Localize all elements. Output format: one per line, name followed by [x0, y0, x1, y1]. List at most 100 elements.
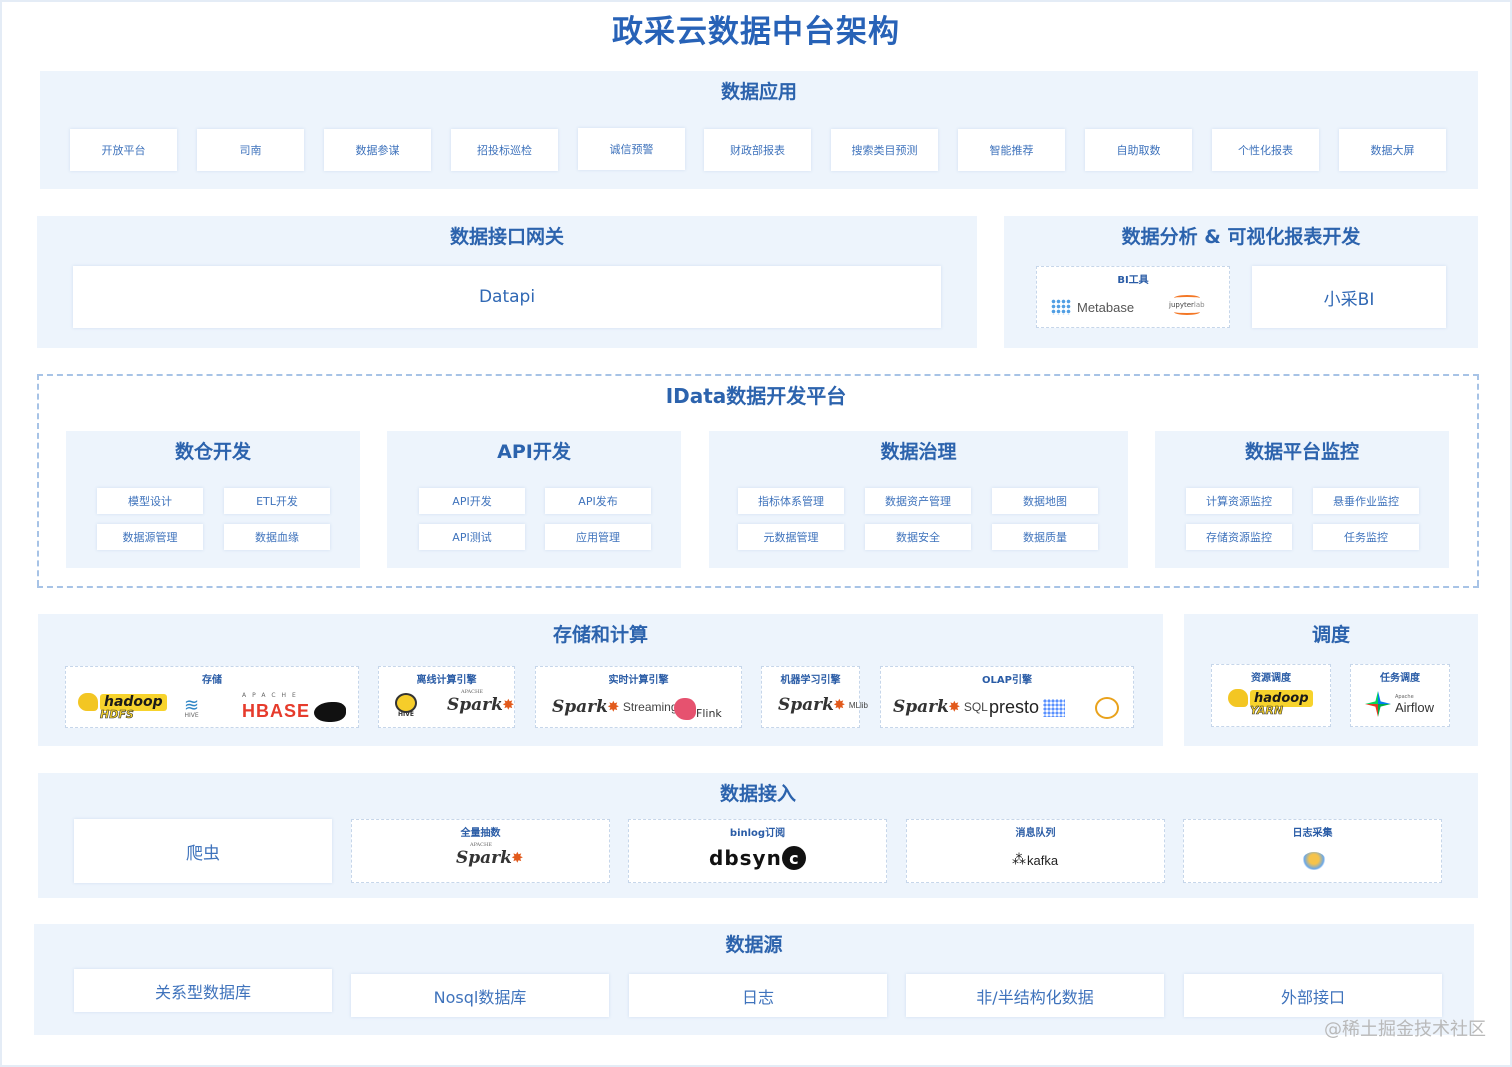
idata-item: 数据质量 — [992, 524, 1098, 550]
spark-star-icon: ✸ — [511, 850, 523, 866]
dbsync-c-icon: c — [781, 846, 806, 870]
app-item: 自助取数 — [1085, 129, 1192, 171]
spark-streaming-logo: Spark ✸ Streaming — [552, 697, 678, 717]
storage-title: 存储和计算 — [552, 624, 648, 646]
spark-star-icon: ✸ — [502, 697, 514, 713]
idata-group-title: API开发 — [497, 441, 571, 463]
app-item: 招投标巡检 — [451, 129, 558, 171]
spark-logo: APACHE Spark ✸ — [456, 842, 523, 868]
offline-engine-group: 离线计算引擎 HIVE APACHE Spark ✸ — [378, 666, 515, 728]
ml-engine-group: 机器学习引擎 Spark ✸ MLlib — [761, 666, 868, 728]
ml-engine-label: 机器学习引擎 — [780, 675, 841, 686]
streaming-label: Streaming — [622, 700, 678, 714]
bi-tools-label: BI工具 — [1117, 275, 1149, 286]
dbsync-logo: dbsyn c — [709, 846, 806, 870]
idata-item: 任务监控 — [1313, 524, 1419, 550]
metabase-label: Metabase — [1077, 299, 1135, 315]
datapi-box: Datapi — [73, 266, 941, 328]
spark-label: Spark — [552, 697, 608, 717]
hadoop-elephant-icon — [1228, 689, 1248, 707]
flink-logo: Flink — [674, 697, 722, 720]
yarn-label: YARN — [1250, 704, 1284, 718]
hbase-logo: APACHE HBASE — [242, 692, 347, 722]
message-queue-group: 消息队列 ⁂ kafka — [906, 819, 1165, 883]
app-item: 个性化报表 — [1212, 129, 1319, 171]
idata-group-api: API开发 API开发 API发布 API测试 应用管理 — [387, 431, 681, 568]
message-queue-label: 消息队列 — [1015, 828, 1056, 839]
idata-group-governance: 数据治理 指标体系管理 数据资产管理 数据地图 元数据管理 数据安全 数据质量 — [709, 431, 1128, 568]
full-extract-group: 全量抽数 APACHE Spark ✸ — [351, 819, 610, 883]
spark-mllib-logo: Spark ✸ MLlib — [778, 695, 868, 715]
app-layer-panel: 数据应用 开放平台 司南 数据参谋 招投标巡检 诚信预警 财政部报表 搜索类目预… — [40, 71, 1478, 189]
log-collect-group: 日志采集 — [1183, 819, 1442, 883]
flink-squirrel-icon — [674, 697, 696, 720]
presto-dots-icon — [1043, 698, 1066, 717]
resource-schedule-group: 资源调度 hadoop YARN — [1211, 664, 1331, 727]
hbase-label: HBASE — [242, 701, 311, 721]
sql-label: SQL — [963, 700, 988, 714]
olap-engine-group: OLAP引擎 Spark ✸ SQL presto — [880, 666, 1134, 728]
app-item: 司南 — [197, 129, 304, 171]
olap-engine-label: OLAP引擎 — [982, 675, 1032, 686]
gateway-title: 数据接口网关 — [449, 226, 564, 248]
app-item: 智能推荐 — [958, 129, 1065, 171]
jupyter-label: jupyter — [1169, 301, 1194, 309]
sources-title: 数据源 — [725, 934, 783, 956]
idata-item: API开发 — [419, 488, 525, 514]
metabase-logo: Metabase — [1051, 299, 1134, 315]
idata-item: 存储资源监控 — [1186, 524, 1292, 550]
realtime-engine-group: 实时计算引擎 Spark ✸ Streaming Flink — [535, 666, 742, 728]
airflow-pinwheel-icon — [1365, 691, 1391, 717]
app-layer-title: 数据应用 — [720, 81, 797, 103]
spark-label: Spark — [778, 695, 834, 715]
jupyterlab-logo: jupyterlab — [1169, 295, 1205, 315]
idata-group-title: 数据治理 — [880, 441, 957, 463]
spark-sql-logo: Spark ✸ SQL — [893, 697, 988, 717]
watermark: @稀土掘金技术社区 — [1324, 1019, 1486, 1040]
storage-panel: 存储和计算 存储 hadoop HDFS ≋ HIVE APACHE HBASE… — [38, 614, 1163, 746]
crawler-box: 爬虫 — [74, 819, 332, 883]
hdfs-label: HDFS — [100, 708, 134, 722]
idata-item: 悬垂作业监控 — [1313, 488, 1419, 514]
flume-icon — [1302, 852, 1326, 870]
app-item: 数据大屏 — [1339, 129, 1446, 171]
idata-item: 数据地图 — [992, 488, 1098, 514]
app-item: 诚信预警 — [578, 128, 685, 170]
sources-panel: 数据源 关系型数据库 Nosql数据库 日志 非/半结构化数据 外部接口 — [34, 924, 1474, 1035]
jupyter-lab-label: lab — [1193, 301, 1205, 309]
kylin-icon — [1095, 697, 1119, 719]
bi-tools-group: BI工具 Metabase jupyterlab — [1036, 266, 1230, 328]
offline-engine-label: 离线计算引擎 — [416, 675, 477, 686]
hive-bee-icon — [395, 693, 417, 713]
task-schedule-label: 任务调度 — [1380, 673, 1420, 684]
idata-item: 应用管理 — [545, 524, 651, 550]
idata-group-warehouse: 数仓开发 模型设计 ETL开发 数据源管理 数据血缘 — [66, 431, 360, 568]
idata-item: API发布 — [545, 488, 651, 514]
task-schedule-group: 任务调度 Apache Airflow — [1350, 664, 1450, 727]
idata-title: IData数据开发平台 — [665, 384, 847, 408]
flink-label: Flink — [696, 707, 722, 720]
storage-group-label: 存储 — [202, 675, 222, 686]
idata-item: 数据安全 — [865, 524, 971, 550]
spark-label: Spark — [456, 848, 512, 868]
source-item: Nosql数据库 — [351, 974, 609, 1017]
spark-star-icon: ✸ — [607, 699, 619, 715]
idata-item: 数据血缘 — [224, 524, 330, 550]
hive-logo: HIVE — [395, 693, 417, 718]
idata-border-top — [37, 374, 1479, 376]
airflow-logo: Apache Airflow — [1365, 691, 1434, 717]
spark-apache-label: APACHE — [461, 689, 483, 695]
kafka-label: kafka — [1027, 852, 1059, 868]
presto-logo: presto — [989, 697, 1066, 718]
idata-item: ETL开发 — [224, 488, 330, 514]
source-item: 外部接口 — [1184, 974, 1442, 1017]
idata-item: 元数据管理 — [738, 524, 844, 550]
hadoop-yarn-logo: hadoop YARN — [1228, 689, 1313, 717]
hadoop-hdfs-logo: hadoop HDFS — [78, 693, 167, 721]
realtime-engine-label: 实时计算引擎 — [608, 675, 669, 686]
hive-storage-logo: ≋ HIVE — [184, 695, 199, 719]
airflow-label: Airflow — [1395, 699, 1435, 715]
schedule-panel: 调度 资源调度 hadoop YARN 任务调度 Apache Airflow — [1184, 614, 1478, 746]
idata-item: 计算资源监控 — [1186, 488, 1292, 514]
app-item: 开放平台 — [70, 129, 177, 171]
